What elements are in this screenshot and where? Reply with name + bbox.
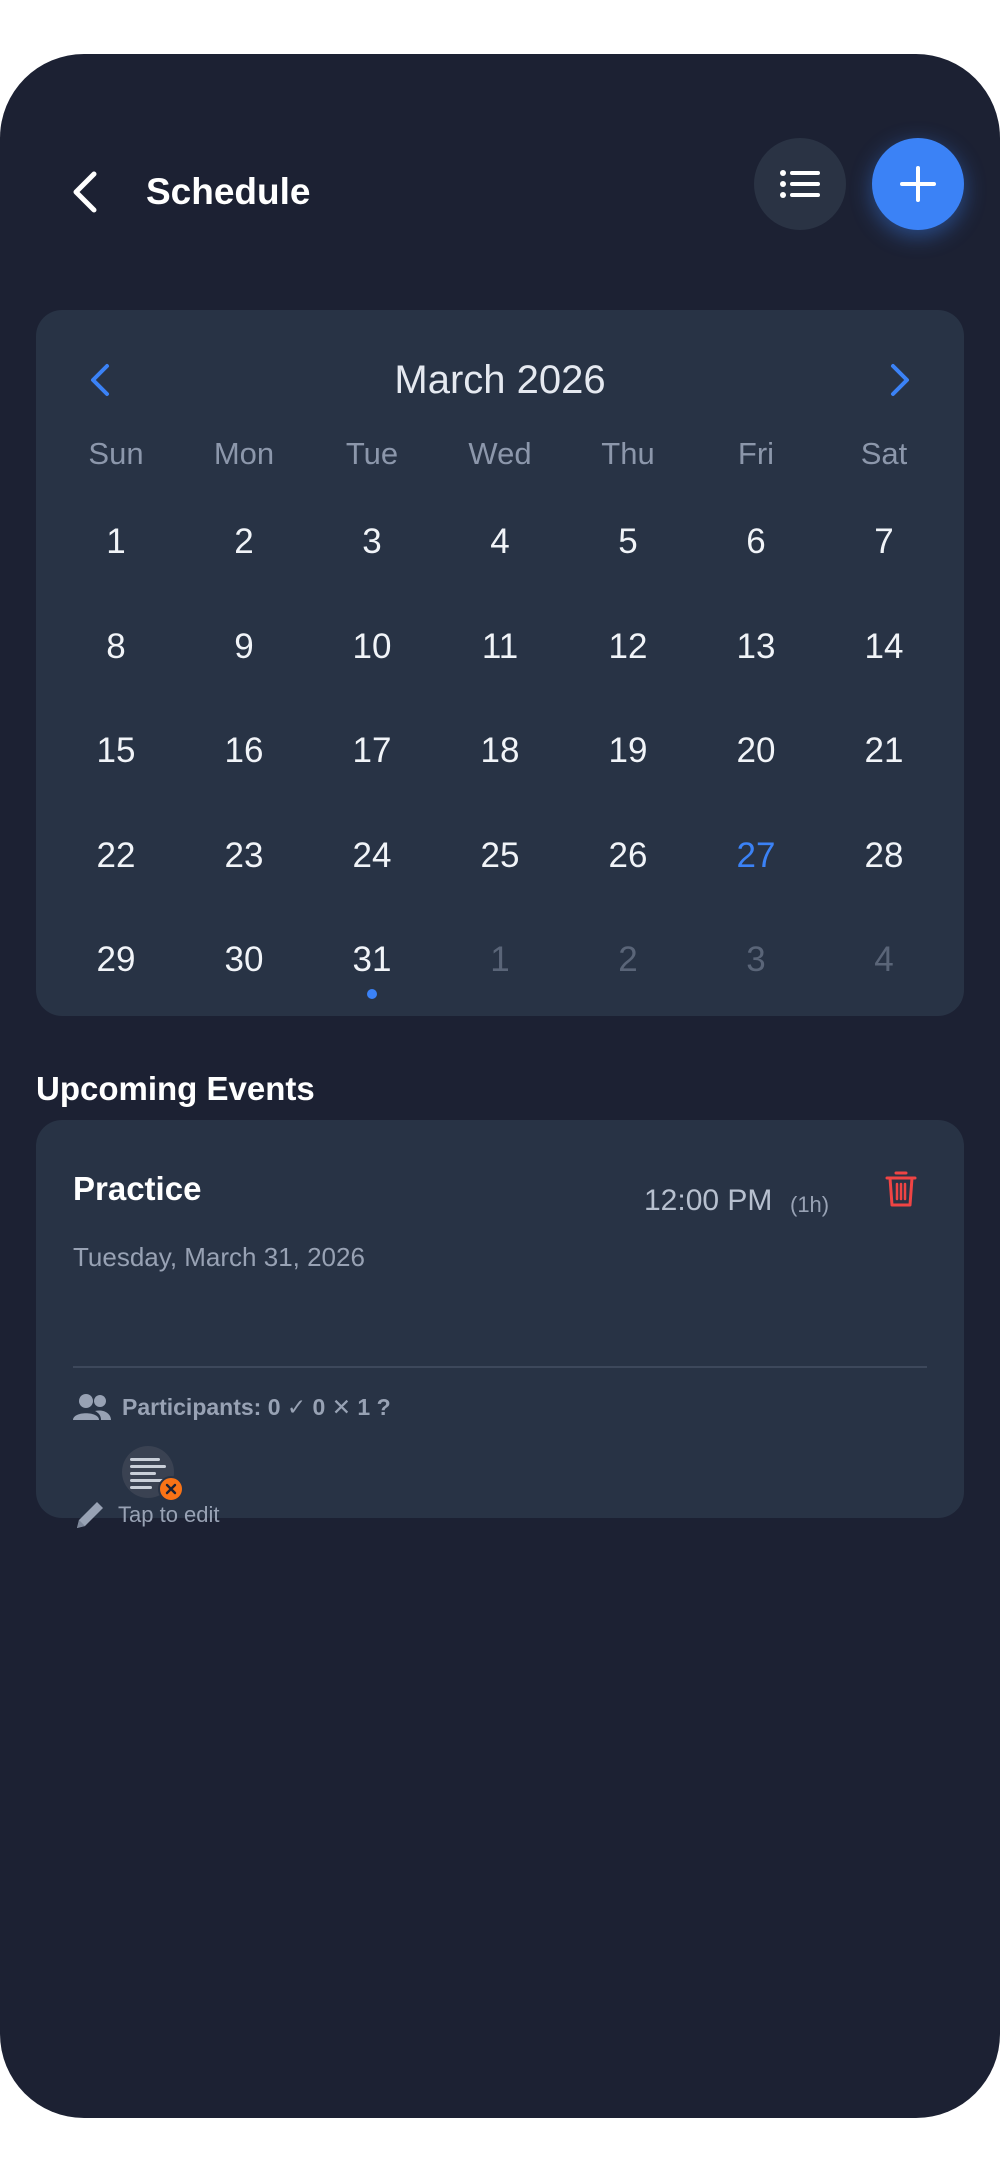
calendar-day[interactable]: 7 — [820, 490, 948, 595]
calendar-day[interactable]: 12 — [564, 595, 692, 700]
calendar-day-today[interactable]: 27 — [692, 804, 820, 909]
calendar-day[interactable]: 19 — [564, 699, 692, 804]
event-indicator-dot — [367, 988, 377, 999]
calendar-day[interactable]: 5 — [564, 490, 692, 595]
weekday-label: Wed — [468, 436, 532, 471]
weekday-label: Fri — [737, 436, 775, 471]
weekday-label: Tue — [345, 436, 399, 471]
calendar-day[interactable]: 6 — [692, 490, 820, 595]
weekday-label: Mon — [213, 436, 275, 471]
plus-icon — [900, 166, 936, 202]
calendar-month-label: March 2026 — [394, 358, 606, 402]
event-time: 12:00 PM — [644, 1184, 773, 1217]
weekday-label: Sun — [88, 436, 144, 471]
calendar-day[interactable]: 21 — [820, 699, 948, 804]
delete-event-button[interactable] — [878, 1166, 924, 1212]
header: Schedule — [0, 54, 1000, 314]
calendar-day[interactable]: 25 — [436, 804, 564, 909]
chevron-right-icon — [891, 364, 909, 396]
calendar-day[interactable]: 31 — [308, 908, 436, 1013]
calendar-day[interactable]: 17 — [308, 699, 436, 804]
declined-badge — [158, 1476, 184, 1502]
divider — [73, 1366, 927, 1368]
calendar-day[interactable]: 22 — [52, 804, 180, 909]
calendar-day[interactable]: 30 — [180, 908, 308, 1013]
participants-summary: Participants: 0 ✓ 0 ✕ 1 ? — [122, 1394, 391, 1420]
calendar-day[interactable]: 20 — [692, 699, 820, 804]
calendar-day-outside-month[interactable]: 1 — [436, 908, 564, 1013]
list-view-button[interactable] — [754, 138, 846, 230]
list-icon — [780, 170, 820, 198]
calendar: March 2026 Sun Mon Tue Wed Thu Fri Sat 1… — [36, 310, 964, 1016]
event-duration: (1h) — [790, 1192, 830, 1217]
calendar-day[interactable]: 29 — [52, 908, 180, 1013]
chevron-left-icon — [73, 171, 97, 213]
calendar-day-outside-month[interactable]: 2 — [564, 908, 692, 1013]
calendar-day[interactable]: 11 — [436, 595, 564, 700]
edit-hint[interactable]: Tap to edit — [118, 1502, 220, 1528]
page-title: Schedule — [146, 171, 311, 212]
section-title: Upcoming Events — [36, 1070, 315, 1107]
calendar-day[interactable]: 13 — [692, 595, 820, 700]
add-event-button[interactable] — [872, 138, 964, 230]
calendar-days-grid: 1 2 3 4 5 6 7 8 9 10 11 12 13 14 15 16 17 18 19 20 21 22 23 24 2… — [52, 490, 948, 1013]
back-button[interactable] — [56, 162, 116, 222]
calendar-day[interactable]: 16 — [180, 699, 308, 804]
calendar-day[interactable]: 15 — [52, 699, 180, 804]
event-card[interactable]: Practice 12:00 PM (1h) Tuesday, March 31… — [36, 1120, 964, 1528]
calendar-day[interactable]: 24 — [308, 804, 436, 909]
calendar-day[interactable]: 26 — [564, 804, 692, 909]
weekday-label: Sat — [860, 436, 908, 471]
calendar-day[interactable]: 9 — [180, 595, 308, 700]
calendar-day[interactable]: 2 — [180, 490, 308, 595]
calendar-day[interactable]: 3 — [308, 490, 436, 595]
people-icon — [73, 1394, 111, 1420]
calendar-day[interactable]: 28 — [820, 804, 948, 909]
calendar-day[interactable]: 1 — [52, 490, 180, 595]
event-title: Practice — [73, 1170, 202, 1207]
app-screen: Schedule March 2026 Sun Mon Tue Wed Thu … — [0, 54, 1000, 2118]
calendar-day[interactable]: 14 — [820, 595, 948, 700]
trash-icon — [885, 1171, 917, 1207]
calendar-day[interactable]: 8 — [52, 595, 180, 700]
calendar-day-outside-month[interactable]: 3 — [692, 908, 820, 1013]
event-date: Tuesday, March 31, 2026 — [73, 1242, 365, 1272]
calendar-day-outside-month[interactable]: 4 — [820, 908, 948, 1013]
pencil-icon — [77, 1502, 103, 1528]
calendar-day[interactable]: 23 — [180, 804, 308, 909]
calendar-day[interactable]: 18 — [436, 699, 564, 804]
weekday-header: Sun Mon Tue Wed Thu Fri Sat — [52, 424, 948, 484]
close-icon — [165, 1483, 177, 1495]
calendar-day[interactable]: 4 — [436, 490, 564, 595]
calendar-day[interactable]: 10 — [308, 595, 436, 700]
weekday-label: Thu — [601, 436, 655, 471]
next-month-button[interactable] — [870, 350, 930, 410]
